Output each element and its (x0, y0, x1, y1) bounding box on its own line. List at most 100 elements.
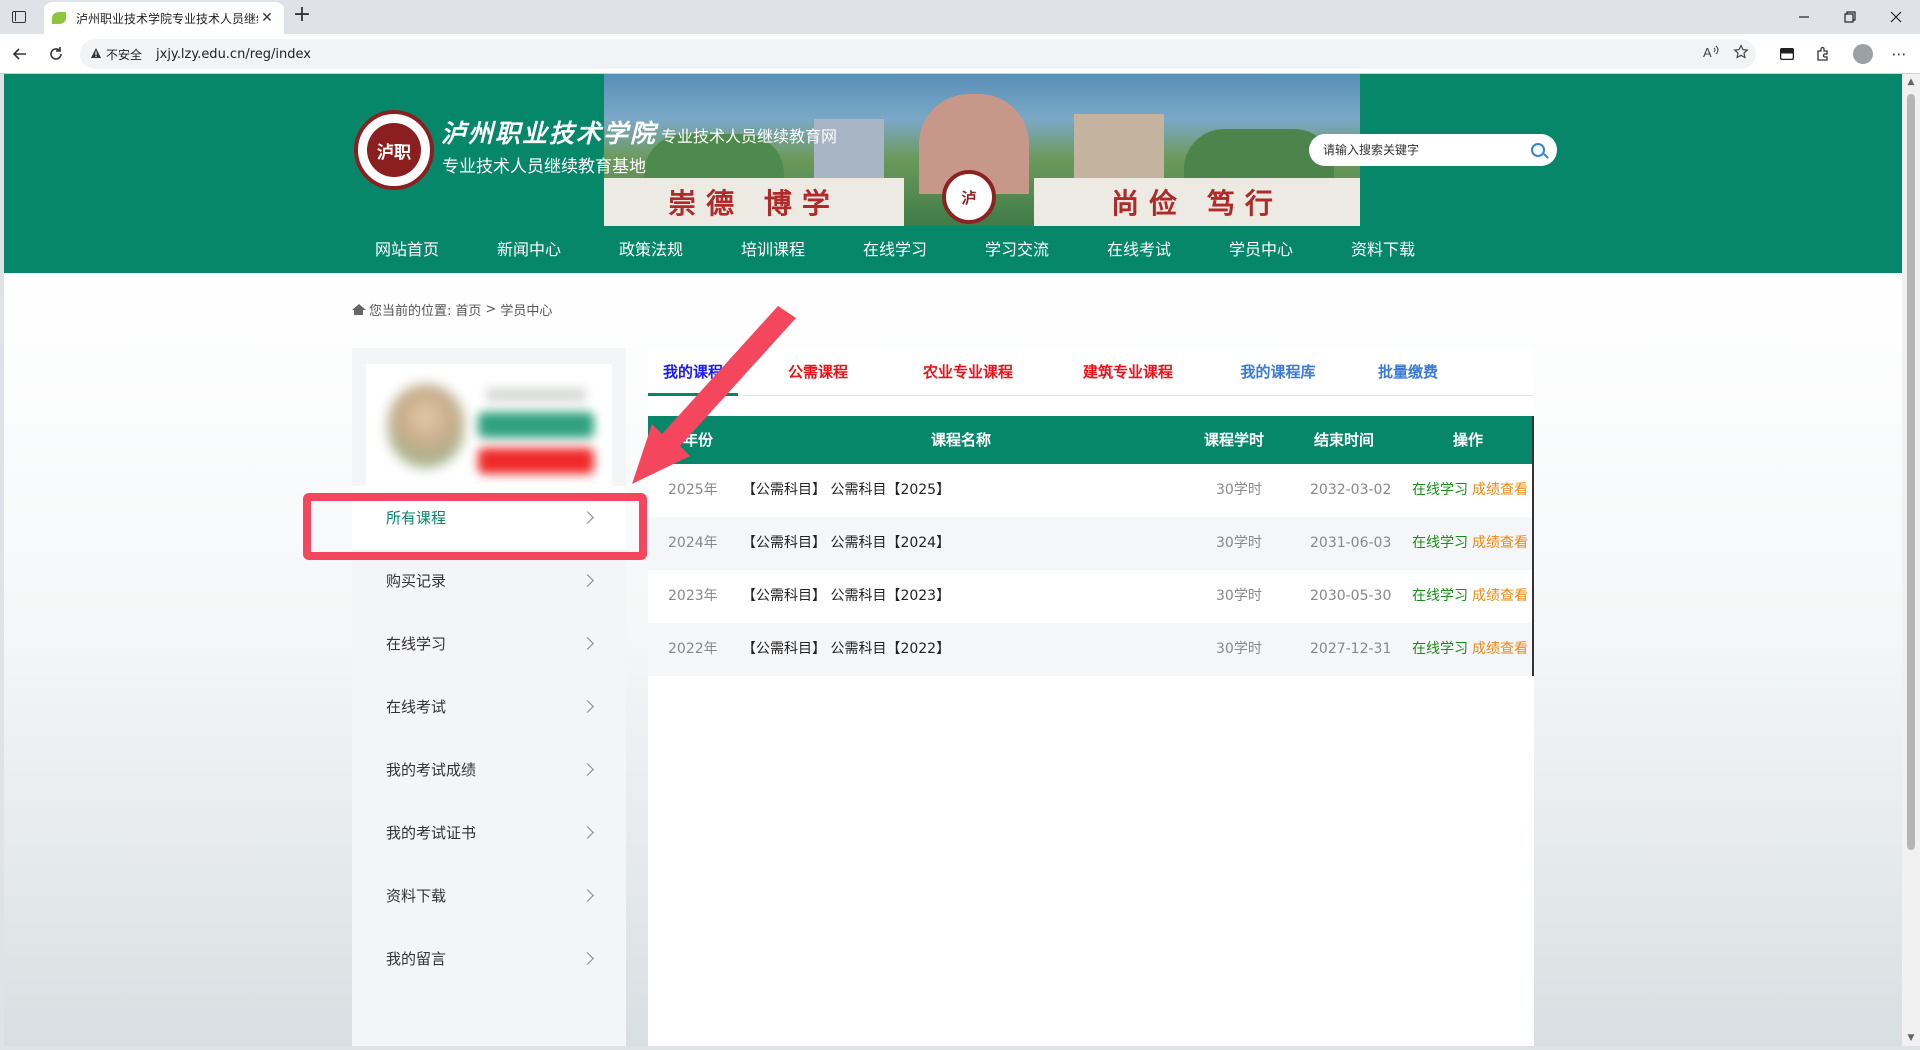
more-menu-button[interactable]: ⋯ (1886, 42, 1912, 66)
highlight-box (303, 493, 647, 560)
col-end-date: 结束时间 (1313, 431, 1374, 449)
tab-actions-icon (12, 11, 26, 23)
breadcrumb-prefix: 您当前的位置: (369, 304, 452, 319)
breadcrumb-separator: > (485, 302, 497, 317)
user-profile-card (366, 364, 612, 486)
close-window-button[interactable] (1874, 0, 1918, 34)
nav-policy[interactable]: 政策法规 (590, 228, 712, 272)
table-header: 年份 课程名称 课程学时 结束时间 操作 (648, 416, 1534, 464)
sidebar-item-downloads[interactable]: 资料下载 (352, 864, 626, 927)
security-label[interactable]: 不安全 (106, 46, 142, 63)
site-search-box[interactable] (1309, 134, 1557, 166)
cell-course-name: 【公需科目】 公需科目【2023】 (742, 588, 951, 604)
nav-news[interactable]: 新闻中心 (468, 228, 590, 272)
study-online-link[interactable]: 在线学习 (1412, 517, 1468, 570)
nav-student-center[interactable]: 学员中心 (1200, 228, 1322, 272)
view-grade-link[interactable]: 成绩查看 (1472, 570, 1528, 623)
school-logo[interactable]: 泸职 (354, 110, 434, 190)
scrollbar-thumb[interactable] (1907, 94, 1915, 850)
tab-agriculture-courses[interactable]: 农业专业课程 (898, 348, 1038, 396)
sidebar-item-label: 在线考试 (386, 698, 447, 716)
extensions-button[interactable] (1810, 42, 1836, 66)
profile-button[interactable] (1850, 42, 1876, 66)
tab-construction-courses[interactable]: 建筑专业课程 (1058, 348, 1198, 396)
table-row: 2024年 【公需科目】 公需科目【2024】 30学时 2031-06-03 … (648, 517, 1534, 570)
motto-emblem-icon: 泸 (942, 170, 996, 224)
warning-icon[interactable] (90, 47, 102, 62)
browser-tab[interactable]: 泸州职业技术学院专业技术人员继续教育网 ✕ (44, 2, 284, 34)
avatar (388, 384, 464, 468)
sidebar-item-exam-certificates[interactable]: 我的考试证书 (352, 801, 626, 864)
omnibox[interactable]: 不安全 jxjy.lzy.edu.cn/reg/index A (80, 39, 1756, 69)
cell-year: 2024年 (668, 535, 718, 551)
sidebar-item-my-messages[interactable]: 我的留言 (352, 927, 626, 990)
nav-courses[interactable]: 培训课程 (712, 228, 834, 272)
chevron-right-icon (581, 889, 594, 902)
nav-online-learning[interactable]: 在线学习 (834, 228, 956, 272)
logo-text: 泸职 (367, 123, 421, 177)
nav-home[interactable]: 网站首页 (346, 228, 468, 272)
study-online-link[interactable]: 在线学习 (1412, 464, 1468, 517)
home-icon (352, 304, 366, 315)
breadcrumb: 您当前的位置: 首页 > 学员中心 (352, 300, 552, 319)
view-grade-link[interactable]: 成绩查看 (1472, 623, 1528, 676)
sidebar-item-online-exam[interactable]: 在线考试 (352, 675, 626, 738)
table-row: 2025年 【公需科目】 公需科目【2025】 30学时 2032-03-02 … (648, 464, 1534, 517)
nav-online-exam[interactable]: 在线考试 (1078, 228, 1200, 272)
browser-tab-bar: 泸州职业技术学院专业技术人员继续教育网 ✕ + (0, 0, 1920, 34)
school-name: 泸州职业技术学院 (441, 119, 658, 148)
blurred-red-button[interactable] (478, 448, 594, 474)
blurred-username (486, 388, 586, 402)
sidebar-item-label: 我的考试证书 (386, 824, 477, 842)
cell-hours: 30学时 (1216, 588, 1262, 604)
table-row: 2022年 【公需科目】 公需科目【2022】 30学时 2027-12-31 … (648, 623, 1534, 676)
close-icon (1890, 11, 1902, 23)
site-header: 崇德 博学 泸 尚俭 笃行 泸职 泸州职业技术学院 专业技术人员继续教育网 专业技… (4, 74, 1902, 273)
new-tab-button[interactable]: + (290, 4, 314, 28)
sidebar-item-online-learning[interactable]: 在线学习 (352, 612, 626, 675)
close-tab-icon[interactable]: ✕ (258, 10, 276, 26)
restore-button[interactable] (1828, 0, 1872, 34)
back-button[interactable] (8, 42, 32, 66)
reload-button[interactable] (44, 42, 68, 66)
url-text[interactable]: jxjy.lzy.edu.cn/reg/index (156, 47, 1696, 62)
minimize-button[interactable] (1782, 0, 1826, 34)
reload-icon (50, 47, 62, 60)
scroll-down-arrow-icon[interactable]: ▼ (1902, 1030, 1920, 1046)
cell-year: 2025年 (668, 482, 718, 498)
tab-actions-button[interactable] (8, 6, 30, 28)
breadcrumb-home-link[interactable]: 首页 (455, 300, 481, 319)
chevron-right-icon (581, 763, 594, 776)
motto-right: 尚俭 笃行 (1111, 187, 1283, 220)
nav-exchange[interactable]: 学习交流 (956, 228, 1078, 272)
read-aloud-icon[interactable]: A (1696, 45, 1726, 63)
page-scrollbar[interactable]: ▲ ▼ (1902, 74, 1920, 1046)
tab-my-courses[interactable]: 我的课程 (648, 348, 738, 396)
sidebar-item-exam-scores[interactable]: 我的考试成绩 (352, 738, 626, 801)
favorite-star-icon[interactable] (1726, 44, 1756, 64)
tab-public-courses[interactable]: 公需课程 (768, 348, 868, 396)
search-icon[interactable] (1531, 143, 1545, 157)
cell-end-date: 2032-03-02 (1310, 482, 1392, 498)
nav-downloads[interactable]: 资料下载 (1322, 228, 1444, 272)
chevron-right-icon (581, 700, 594, 713)
view-grade-link[interactable]: 成绩查看 (1472, 517, 1528, 570)
course-subtabs: 我的课程 公需课程 农业专业课程 建筑专业课程 我的课程库 批量缴费 (648, 348, 1534, 396)
tab-course-library[interactable]: 我的课程库 (1218, 348, 1338, 396)
scroll-up-arrow-icon[interactable]: ▲ (1902, 74, 1920, 90)
page-viewport: 崇德 博学 泸 尚俭 笃行 泸职 泸州职业技术学院 专业技术人员继续教育网 专业技… (4, 74, 1902, 1046)
wallet-icon (1780, 48, 1794, 60)
tab-batch-payment[interactable]: 批量缴费 (1358, 348, 1458, 396)
cell-end-date: 2031-06-03 (1310, 535, 1392, 551)
cell-end-date: 2030-05-30 (1310, 588, 1392, 604)
wallet-button[interactable] (1774, 42, 1800, 66)
search-input[interactable] (1323, 143, 1525, 157)
chevron-right-icon (581, 574, 594, 587)
study-online-link[interactable]: 在线学习 (1412, 570, 1468, 623)
study-online-link[interactable]: 在线学习 (1412, 623, 1468, 676)
blurred-green-button[interactable] (478, 412, 594, 438)
col-year: 年份 (682, 431, 713, 449)
profile-avatar-icon (1853, 44, 1873, 64)
cell-hours: 30学时 (1216, 641, 1262, 657)
view-grade-link[interactable]: 成绩查看 (1472, 464, 1528, 517)
